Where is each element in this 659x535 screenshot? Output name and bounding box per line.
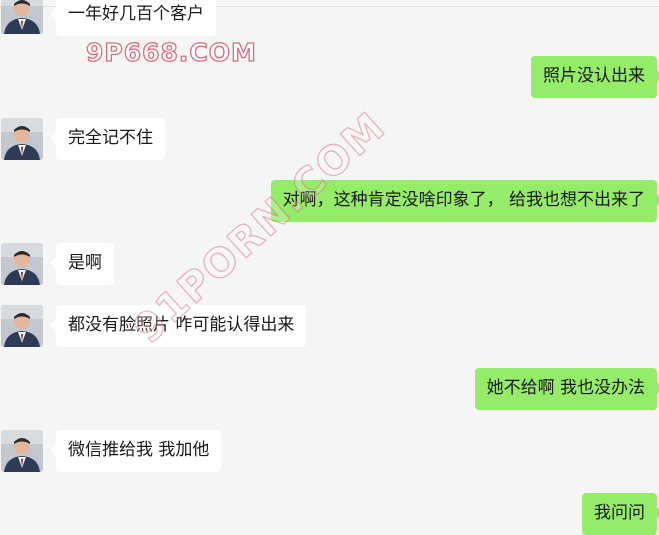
message-bubble-outgoing[interactable]: 照片没认出来 — [531, 56, 659, 98]
message-bubble-incoming[interactable]: 一年好几百个客户 — [50, 0, 216, 36]
contact-avatar[interactable] — [1, 0, 43, 34]
message-bubble-outgoing[interactable]: 她不给啊 我也没办法 — [474, 368, 659, 410]
message-bubble-outgoing[interactable]: 我问问 — [582, 493, 659, 535]
message-bubble-incoming[interactable]: 微信推给我 我加他 — [49, 430, 222, 472]
contact-avatar[interactable] — [1, 305, 43, 347]
contact-avatar[interactable] — [1, 243, 43, 285]
contact-avatar[interactable] — [1, 430, 43, 472]
message-bubble-incoming[interactable]: 完全记不住 — [50, 118, 165, 160]
message-bubble-incoming[interactable]: 是啊 — [50, 243, 114, 285]
contact-avatar[interactable] — [1, 118, 43, 160]
watermark-top: 9P668.COM — [85, 37, 257, 67]
